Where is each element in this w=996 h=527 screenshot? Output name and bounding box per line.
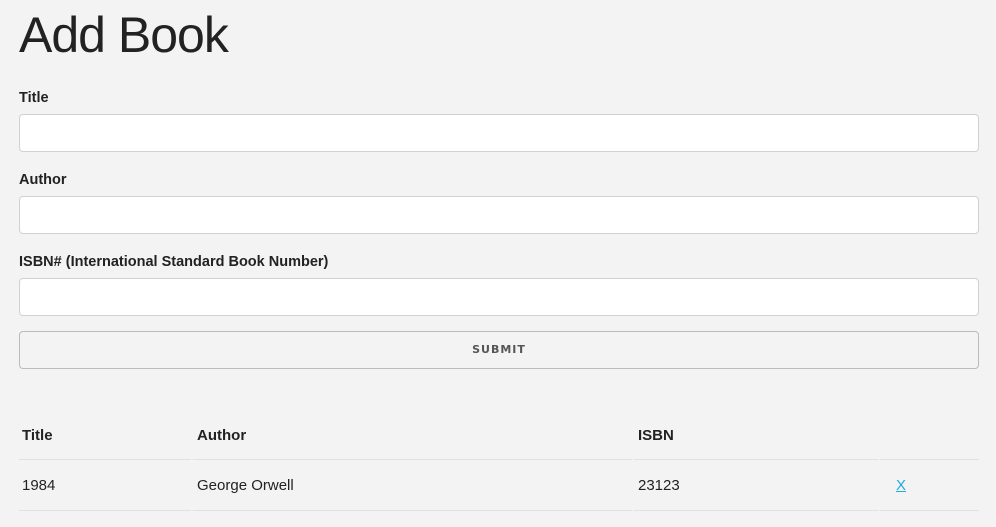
page: Add Book Title Author ISBN# (Internation… (0, 0, 996, 527)
column-header-action (878, 412, 979, 460)
cell-action: X (878, 460, 979, 511)
column-header-title: Title (19, 412, 191, 460)
column-header-isbn: ISBN (632, 412, 878, 460)
table-row: 1984 George Orwell 23123 X (19, 460, 979, 511)
author-label: Author (19, 172, 67, 188)
author-input[interactable] (19, 196, 979, 234)
books-table: Title Author ISBN 1984 George Orwell 231… (19, 412, 979, 511)
cell-author: George Orwell (191, 460, 632, 511)
cell-title: 1984 (19, 460, 191, 511)
column-header-author: Author (191, 412, 632, 460)
title-label: Title (19, 90, 49, 106)
title-input[interactable] (19, 114, 979, 152)
cell-isbn: 23123 (632, 460, 878, 511)
isbn-input[interactable] (19, 278, 979, 316)
submit-button[interactable]: SUBMIT (19, 331, 979, 369)
isbn-label: ISBN# (International Standard Book Numbe… (19, 254, 329, 270)
delete-book-link[interactable]: X (896, 477, 906, 494)
table-header-row: Title Author ISBN (19, 412, 979, 460)
page-title: Add Book (19, 7, 229, 63)
